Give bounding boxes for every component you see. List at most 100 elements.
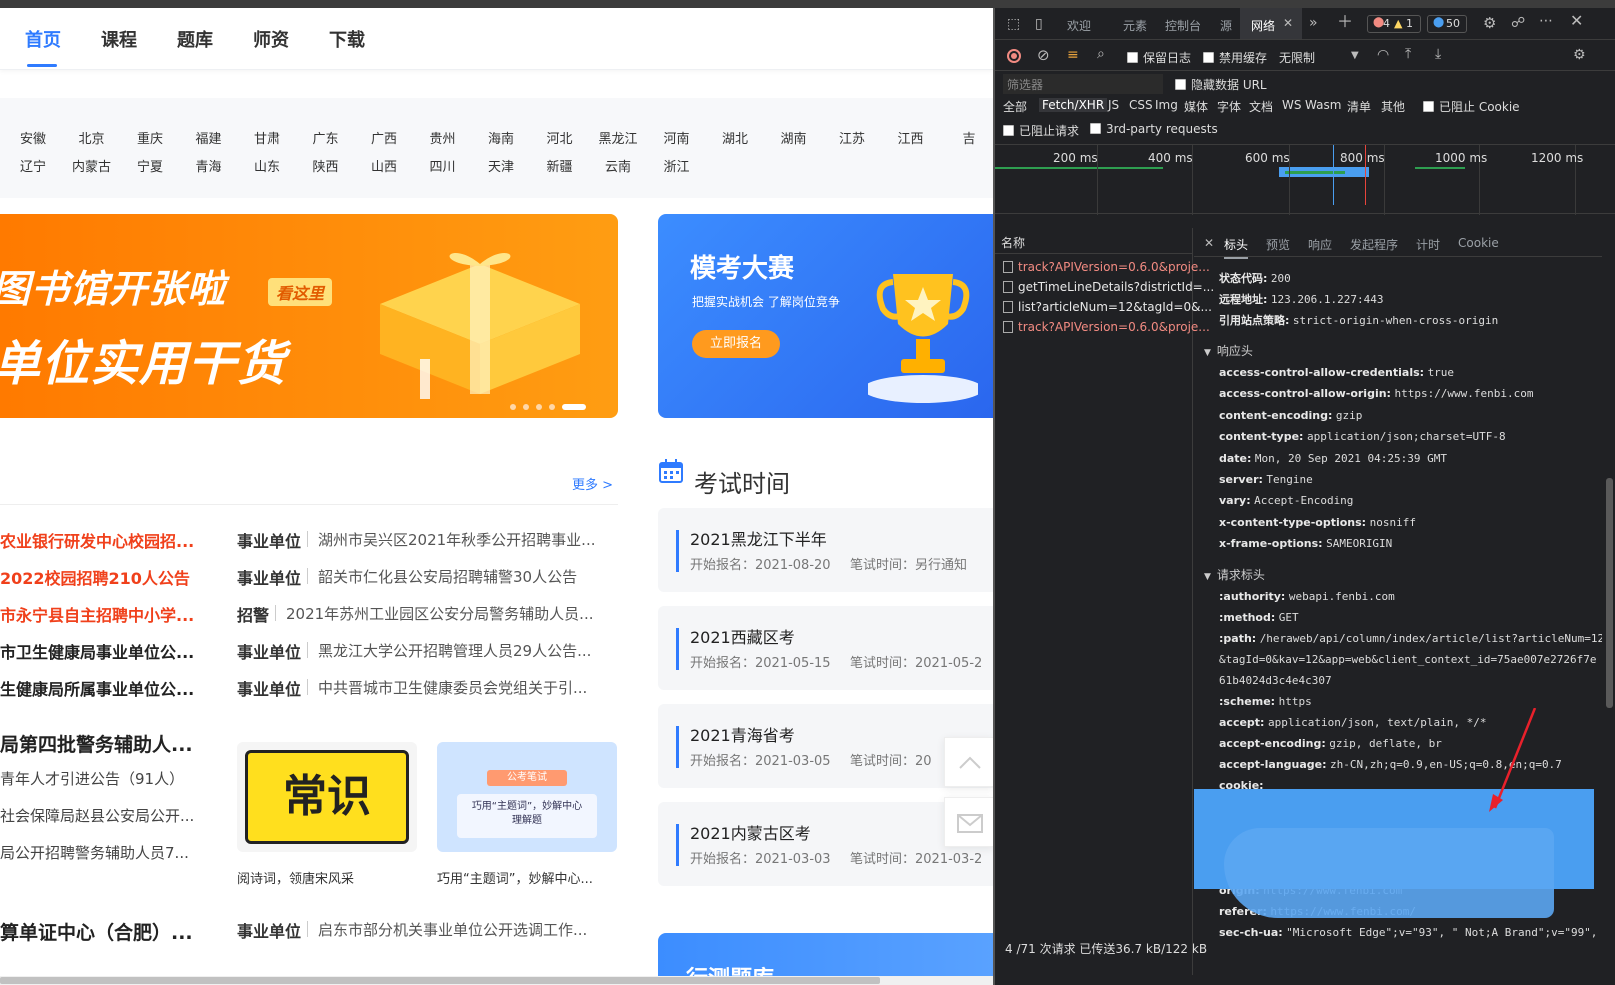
- province-link[interactable]: 贵州: [419, 128, 467, 147]
- province-link[interactable]: 河北: [536, 128, 584, 147]
- header-row[interactable]: 状态代码: 200: [1219, 270, 1291, 286]
- news-title[interactable]: 中共晋城市卫生健康委员会党组关于引...: [318, 677, 587, 698]
- nav-courses[interactable]: 课程: [101, 26, 137, 52]
- carousel-dot[interactable]: [549, 404, 555, 410]
- detail-tab[interactable]: 发起程序: [1350, 236, 1398, 253]
- nav-download[interactable]: 下载: [329, 26, 365, 52]
- more-tabs-icon[interactable]: »: [1309, 16, 1318, 30]
- header-row[interactable]: accept-encoding: gzip, deflate, br: [1219, 737, 1442, 750]
- back-to-top-button[interactable]: [944, 737, 993, 787]
- search-icon[interactable]: ⌕: [1097, 47, 1105, 61]
- news-headline[interactable]: 生健康局所属事业单位公...: [0, 676, 194, 700]
- province-link[interactable]: 宁夏: [126, 156, 174, 175]
- news-headline[interactable]: 2022校园招聘210人公告: [0, 565, 190, 589]
- province-link[interactable]: 辽宁: [9, 156, 57, 175]
- province-link[interactable]: 海南: [477, 128, 525, 147]
- header-row[interactable]: 引用站点策略: strict-origin-when-cross-origin: [1219, 312, 1498, 328]
- type-filter[interactable]: 文档: [1249, 98, 1273, 115]
- province-link[interactable]: 陕西: [302, 156, 350, 175]
- type-filter[interactable]: 全部: [1003, 98, 1027, 115]
- carousel-dot[interactable]: [510, 404, 516, 410]
- province-link[interactable]: 重庆: [126, 128, 174, 147]
- type-filter[interactable]: JS: [1108, 98, 1119, 112]
- upload-icon[interactable]: ⤒: [1405, 47, 1411, 61]
- card-label[interactable]: 阅诗词，领唐宋风采: [237, 868, 354, 887]
- blocked-cookies-checkbox[interactable]: 已阻止 Cookie: [1423, 98, 1520, 115]
- download-icon[interactable]: ⤓: [1435, 47, 1441, 61]
- tab-welcome[interactable]: 欢迎: [1067, 17, 1091, 34]
- news-title[interactable]: 2021年苏州工业园区公安分局警务辅助人员...: [286, 603, 593, 624]
- tab-elements[interactable]: 元素: [1123, 17, 1147, 34]
- third-party-checkbox[interactable]: 3rd-party requests: [1090, 122, 1218, 136]
- header-row[interactable]: vary: Accept-Encoding: [1219, 494, 1353, 507]
- nav-teachers[interactable]: 师资: [253, 26, 289, 52]
- vertical-scrollbar[interactable]: [1602, 228, 1615, 975]
- news-headline[interactable]: 局第四批警务辅助人...: [0, 730, 193, 757]
- info-badge[interactable]: ⬤ 50: [1427, 15, 1467, 33]
- province-link[interactable]: 黑龙江: [594, 128, 642, 147]
- more-link[interactable]: 更多 >: [572, 474, 613, 493]
- header-row[interactable]: :path: /heraweb/api/column/index/article…: [1219, 632, 1604, 645]
- type-filter[interactable]: 字体: [1217, 98, 1241, 115]
- register-button[interactable]: 立即报名: [692, 330, 780, 358]
- exam-card[interactable]: 2021西藏区考 开始报名：2021-05-15 笔试时间：2021-05-2: [658, 606, 993, 690]
- inspect-icon[interactable]: ⬚: [1007, 17, 1020, 31]
- mock-exam-banner[interactable]: 模考大赛 把握实战机会 了解岗位竞争 立即报名: [658, 214, 993, 418]
- blocked-requests-checkbox[interactable]: 已阻止请求: [1003, 122, 1079, 139]
- device-toolbar-icon[interactable]: ▯: [1035, 17, 1043, 31]
- province-link[interactable]: 湖北: [711, 128, 759, 147]
- news-headline[interactable]: 市卫生健康局事业单位公...: [0, 639, 194, 663]
- course-card-main-idea[interactable]: 公考笔试 巧用“主题词”，妙解中心理解题: [437, 742, 617, 852]
- nav-home[interactable]: 首页: [25, 26, 61, 52]
- request-row[interactable]: getTimeLineDetails?districtId=...: [1003, 280, 1214, 294]
- news-item[interactable]: 社会保障局赵县公安局公开...: [0, 805, 194, 826]
- promo-banner[interactable]: 图书馆开张啦 看这里 单位实用干货: [0, 214, 618, 418]
- header-row[interactable]: :method: GET: [1219, 611, 1299, 624]
- course-card-common-sense[interactable]: 常识: [237, 742, 417, 852]
- type-filter[interactable]: Wasm: [1305, 98, 1341, 112]
- province-link[interactable]: 内蒙古: [68, 156, 116, 175]
- news-title[interactable]: 韶关市仁化县公安局招聘辅警30人公告: [318, 566, 577, 587]
- header-row[interactable]: x-content-type-options: nosniff: [1219, 516, 1416, 529]
- scrollbar-thumb[interactable]: [0, 977, 880, 984]
- type-filter[interactable]: CSS: [1129, 98, 1153, 112]
- close-icon[interactable]: ✕: [1204, 236, 1214, 250]
- close-devtools-icon[interactable]: ✕: [1570, 13, 1583, 29]
- clear-icon[interactable]: ⊘: [1037, 48, 1050, 63]
- header-row[interactable]: :authority: webapi.fenbi.com: [1219, 590, 1395, 603]
- more-options-icon[interactable]: ⋯: [1539, 14, 1553, 28]
- type-filter[interactable]: 其他: [1381, 98, 1405, 115]
- filter-icon[interactable]: ≡: [1067, 48, 1079, 62]
- news-headline[interactable]: 农业银行研发中心校园招...: [0, 528, 194, 552]
- news-item[interactable]: 局公开招聘警务辅助人员7...: [0, 842, 189, 863]
- header-row[interactable]: sec-ch-ua: "Microsoft Edge";v="93", " No…: [1219, 926, 1597, 939]
- province-link[interactable]: 山西: [360, 156, 408, 175]
- horizontal-scrollbar[interactable]: [0, 976, 993, 985]
- province-link[interactable]: 福建: [185, 128, 233, 147]
- exam-card[interactable]: 2021内蒙古区考 开始报名：2021-03-03 笔试时间：2021-03-2: [658, 802, 993, 886]
- header-row[interactable]: server: Tengine: [1219, 473, 1313, 486]
- header-section[interactable]: ▼ 响应头: [1204, 342, 1253, 359]
- scrollbar-thumb[interactable]: [1606, 478, 1613, 708]
- province-link[interactable]: 新疆: [536, 156, 584, 175]
- tab-network[interactable]: 网络: [1251, 17, 1275, 34]
- province-link[interactable]: 河南: [653, 128, 701, 147]
- header-row[interactable]: &tagId=0&kav=12&app=web&client_context_i…: [1219, 653, 1597, 666]
- type-filter[interactable]: 媒体: [1184, 98, 1208, 115]
- type-filter[interactable]: Img: [1155, 98, 1178, 112]
- header-row[interactable]: :scheme: https: [1219, 695, 1312, 708]
- card-label[interactable]: 巧用“主题词”，妙解中心...: [437, 868, 593, 887]
- header-row[interactable]: content-type: application/json;charset=U…: [1219, 430, 1506, 443]
- carousel-dot[interactable]: [536, 404, 542, 410]
- hide-data-urls-checkbox[interactable]: 隐藏数据 URL: [1175, 76, 1267, 93]
- province-link[interactable]: 云南: [594, 156, 642, 175]
- province-link[interactable]: 广西: [360, 128, 408, 147]
- tab-sources[interactable]: 源: [1220, 17, 1232, 34]
- request-row[interactable]: track?APIVersion=0.6.0&proje...: [1003, 320, 1210, 334]
- type-filter[interactable]: WS: [1282, 98, 1301, 112]
- preserve-log-checkbox[interactable]: 保留日志: [1127, 49, 1191, 66]
- province-link[interactable]: 江苏: [828, 128, 876, 147]
- nav-question-bank[interactable]: 题库: [177, 26, 213, 52]
- detail-tab[interactable]: 预览: [1266, 236, 1290, 253]
- feedback-button[interactable]: [944, 797, 993, 847]
